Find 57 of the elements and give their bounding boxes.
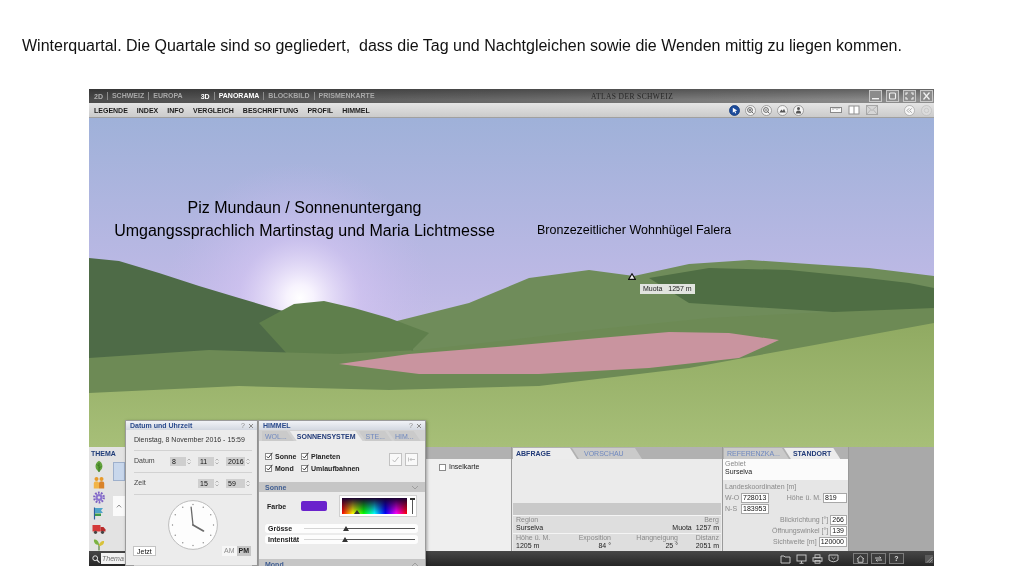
cursor-icon[interactable] (729, 104, 740, 116)
terrain-icon[interactable] (777, 104, 788, 116)
fullscreen-icon[interactable] (903, 90, 916, 102)
zoom-out-icon[interactable] (761, 104, 772, 116)
swap-button[interactable] (871, 553, 886, 564)
checkmark-icon (391, 455, 400, 464)
spinner-icon[interactable] (245, 478, 251, 488)
resize-icon[interactable] (925, 554, 933, 563)
rewind-icon[interactable] (904, 104, 915, 116)
close-icon[interactable] (920, 90, 933, 102)
slider-thumb[interactable] (343, 526, 350, 531)
slide-caption: Winterquartal. Die Quartale sind so gegliedert, dass die Tag und Nachtgleichen sowie die Wenden mittig zu liegen kommen. (22, 36, 902, 55)
arrow-to-bar-icon (407, 455, 416, 464)
home-button[interactable] (853, 553, 868, 564)
folder-icon[interactable] (780, 553, 791, 564)
window-icon[interactable] (886, 90, 899, 102)
zoom-in-icon[interactable] (745, 104, 756, 116)
reset-button[interactable] (405, 453, 418, 466)
people-icon[interactable] (92, 475, 106, 489)
house-icon (856, 554, 865, 563)
spinner-icon[interactable] (245, 456, 251, 466)
minimize-icon[interactable] (869, 90, 882, 102)
view-annotation: Piz Mundaun / Sonnenuntergang Umgangssprachlich Martinstag und Maria Lichtmesse (113, 198, 496, 241)
spinner-icon[interactable] (186, 456, 192, 466)
checkbox[interactable] (439, 462, 447, 471)
peak-marker-icon (628, 273, 636, 280)
marker-icon (354, 510, 360, 514)
place-annotation: Bronzezeitlicher Wohnhügel Falera (537, 223, 732, 238)
lightness-slider[interactable] (410, 498, 415, 514)
chevron-up-icon (411, 561, 419, 566)
checkbox[interactable] (265, 464, 273, 472)
search-icon[interactable] (92, 554, 100, 563)
swap-arrows-icon (874, 554, 883, 563)
color-spectrum[interactable] (342, 498, 407, 514)
person-icon[interactable] (793, 104, 804, 116)
ruler-icon[interactable] (830, 105, 842, 115)
printer-icon[interactable] (812, 553, 823, 564)
monitor-icon[interactable] (796, 553, 807, 564)
caret-up-icon (116, 504, 122, 508)
checkbox[interactable] (301, 464, 309, 472)
clock-icon (168, 500, 218, 550)
apply-button[interactable] (389, 453, 402, 466)
gear-icon[interactable] (92, 491, 106, 504)
slider-thumb[interactable] (342, 537, 349, 542)
checkbox[interactable] (265, 452, 273, 460)
theme-tile[interactable] (113, 462, 125, 481)
truck-icon[interactable] (92, 522, 106, 535)
color-swatch[interactable] (301, 501, 327, 511)
spinner-icon[interactable] (214, 456, 220, 466)
spinner-icon[interactable] (214, 478, 220, 488)
checkbox[interactable] (301, 452, 309, 460)
close-icon[interactable] (248, 422, 254, 429)
flag-icon[interactable] (92, 506, 106, 520)
chevron-down-icon (411, 484, 419, 490)
split-view-icon[interactable] (848, 105, 860, 115)
close-icon[interactable] (416, 422, 422, 429)
screen-icon[interactable] (828, 553, 839, 564)
